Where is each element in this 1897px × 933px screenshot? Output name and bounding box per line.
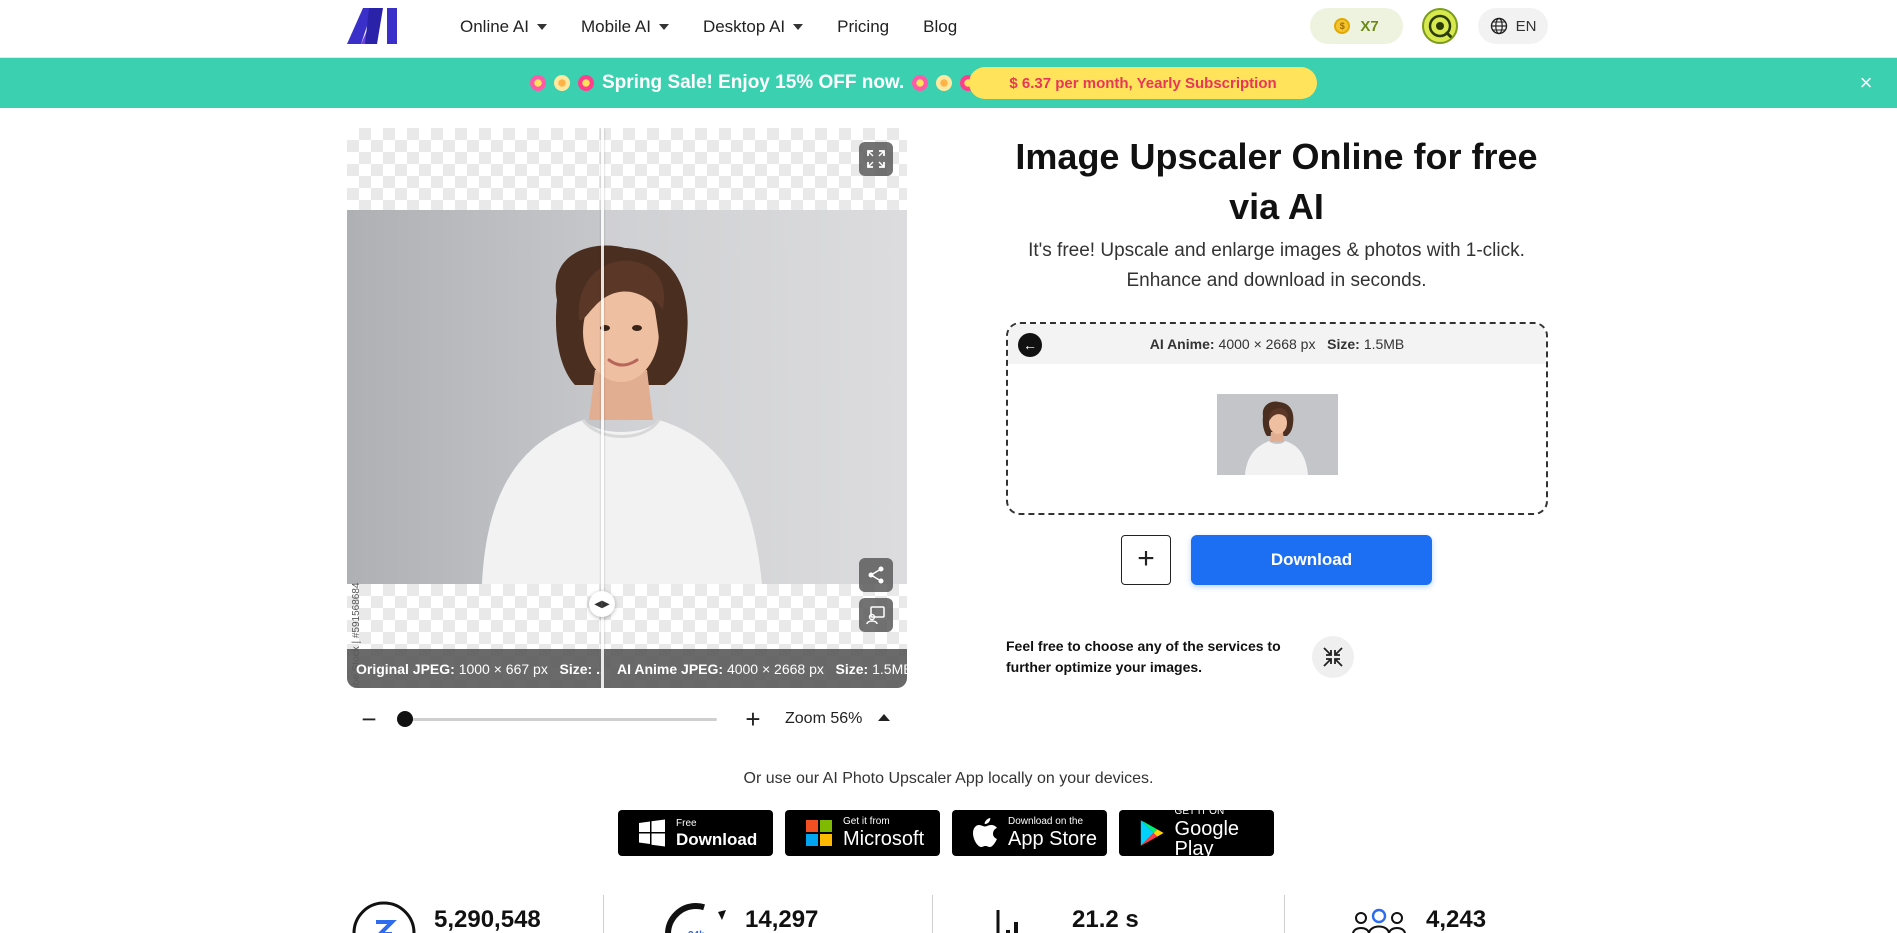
image-info-bar: Original JPEG: 1000 × 667 px Size: ... A… <box>347 649 907 688</box>
nav-mobile-ai[interactable]: Mobile AI <box>581 17 669 37</box>
add-image-button[interactable]: + <box>1121 535 1171 585</box>
free-download-button[interactable]: Free Download <box>618 810 773 856</box>
flower-icon <box>530 75 546 91</box>
stat-reviews: 4,243 <box>1426 906 1487 933</box>
promo-message: Spring Sale! Enjoy 15% OFF now. <box>530 58 977 108</box>
original-info: Original JPEG: 1000 × 667 px Size: ... <box>356 660 601 677</box>
nav-pricing[interactable]: Pricing <box>837 17 889 37</box>
top-header: Online AI Mobile AI Desktop AI Pricing B… <box>0 0 1897 58</box>
zoom-slider[interactable] <box>403 718 717 721</box>
zoom-slider-thumb[interactable] <box>397 711 413 727</box>
share-button[interactable] <box>859 558 893 592</box>
nav-blog[interactable]: Blog <box>923 17 957 37</box>
brand-logo[interactable] <box>347 8 399 44</box>
zoom-in-button[interactable]: + <box>739 704 767 736</box>
microsoft-store-button[interactable]: Get it from Microsoft <box>785 810 940 856</box>
fullscreen-button[interactable] <box>859 142 893 176</box>
chevron-down-icon <box>537 24 547 30</box>
microsoft-icon <box>806 820 832 846</box>
result-info-header: AI Anime: 4000 × 2668 px Size: 1.5MB <box>1008 324 1546 364</box>
zoom-controls: − + Zoom 56% <box>347 700 907 740</box>
clock-icon: 24h <box>665 903 727 933</box>
flower-icon <box>554 75 570 91</box>
result-info: AI Anime JPEG: 4000 × 2668 px Size: 1.5M… <box>601 649 907 688</box>
credits-badge[interactable]: $ X7 <box>1310 8 1403 44</box>
coin-icon: $ <box>1334 18 1351 34</box>
zoom-level: Zoom 56% <box>785 710 863 727</box>
services-hint: Feel free to choose any of the services … <box>1006 638 1281 675</box>
main-nav: Online AI Mobile AI Desktop AI Pricing B… <box>460 0 991 54</box>
subscription-offer-button[interactable]: $ 6.37 per month, Yearly Subscription <box>969 67 1317 99</box>
page-title: Image Upscaler Online for free via AI <box>1015 136 1538 227</box>
stat-divider <box>603 895 604 933</box>
result-card: AI Anime: 4000 × 2668 px Size: 1.5MB ← <box>1006 322 1548 515</box>
app-store-links: Free Download Get it from Microsoft Down… <box>618 807 1274 859</box>
google-play-button[interactable]: GET IT ON Google Play <box>1119 807 1274 859</box>
result-thumbnail[interactable] <box>1217 394 1338 475</box>
flower-icon <box>578 75 594 91</box>
globe-icon <box>1490 17 1507 35</box>
promo-banner: Spring Sale! Enjoy 15% OFF now. $ 6.37 p… <box>0 58 1897 108</box>
download-button[interactable]: Download <box>1191 535 1432 585</box>
zoom-out-button[interactable]: − <box>355 704 383 736</box>
stat-daily-users: 14,297 <box>745 906 819 933</box>
google-play-icon <box>1140 820 1164 846</box>
expand-icon <box>867 150 885 168</box>
user-avatar[interactable] <box>1422 8 1458 44</box>
compress-icon <box>1323 647 1343 667</box>
page-subtitle: It's free! Upscale and enlarge images & … <box>1028 240 1525 291</box>
nav-desktop-ai[interactable]: Desktop AI <box>703 17 804 37</box>
stat-average-time: 21.2 s <box>1072 906 1139 933</box>
processed-images-icon <box>352 901 416 933</box>
local-app-text: Or use our AI Photo Upscaler App locally… <box>743 770 1154 787</box>
share-icon <box>868 566 884 584</box>
speed-chart-icon <box>996 910 1018 933</box>
comparison-preview[interactable]: Adobe Stock | #591568684 ◀▶ Original JPE… <box>347 128 907 688</box>
flower-icon <box>936 75 953 91</box>
nav-online-ai[interactable]: Online AI <box>460 17 547 37</box>
flower-icon <box>912 75 929 91</box>
feedback-icon <box>866 606 885 625</box>
apple-icon <box>973 818 997 847</box>
feedback-button[interactable] <box>859 598 893 632</box>
windows-icon <box>639 819 665 847</box>
collapse-services-button[interactable] <box>1312 636 1354 678</box>
stat-divider <box>932 895 933 933</box>
stat-divider <box>1284 895 1285 933</box>
drag-handle[interactable]: ◀▶ <box>589 591 615 617</box>
language-selector[interactable]: EN <box>1478 8 1548 44</box>
app-store-button[interactable]: Download on the App Store <box>952 810 1107 856</box>
chevron-up-icon[interactable] <box>878 714 890 721</box>
users-icon <box>1352 908 1406 933</box>
avatar-icon <box>1428 14 1454 40</box>
chevron-down-icon <box>658 24 669 30</box>
stat-processed-images: 5,290,548 <box>434 906 541 933</box>
drag-arrows-icon: ◀▶ <box>594 598 610 610</box>
close-icon[interactable]: × <box>1853 70 1879 96</box>
chevron-down-icon <box>793 24 804 30</box>
back-arrow-icon[interactable]: ← <box>1018 333 1042 357</box>
portrait-photo <box>347 210 907 584</box>
